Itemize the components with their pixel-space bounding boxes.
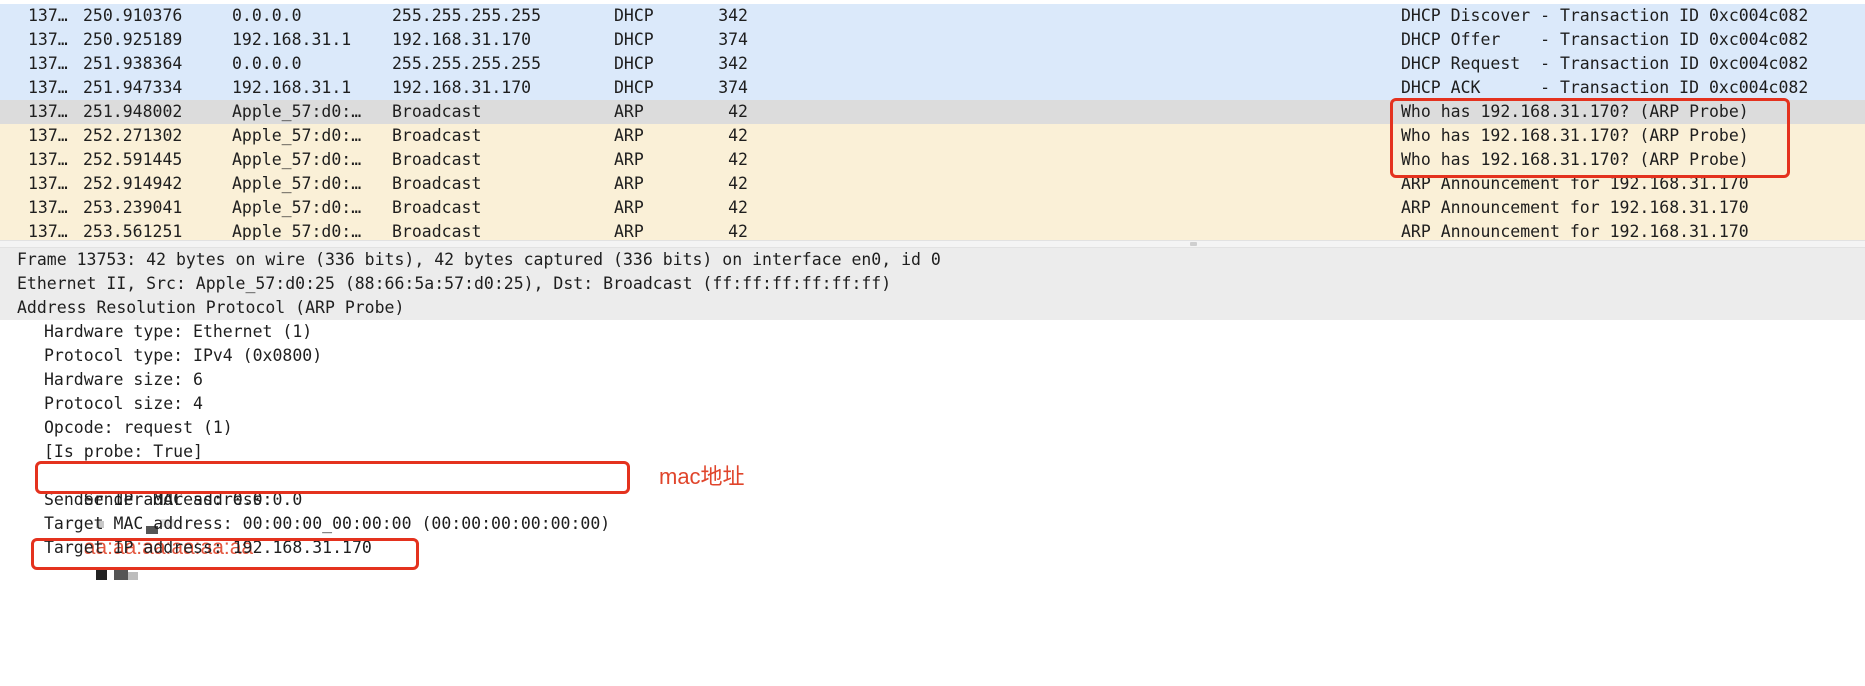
packet-cell-time: 252.914942 [83,174,183,193]
packet-cell-len: 342 [718,54,748,73]
packet-cell-src: Apple_57:d0:… [232,126,362,145]
packet-cell-src: Apple_57:d0:… [232,150,362,169]
packet-cell-src: 192.168.31.1 [232,78,352,97]
packet-cell-dst: 255.255.255.255 [392,6,542,25]
packet-cell-src: Apple_57:d0:… [232,174,362,193]
packet-cell-no: 137… [28,30,68,49]
packet-row[interactable]: 137… 251.938364 0.0.0.0 255.255.255.255 DHCP… [0,52,1865,76]
packet-cell-time: 252.591445 [83,150,183,169]
detail-frame[interactable]: Frame 13753: 42 bytes on wire (336 bits)… [0,248,1865,272]
annotation-note: mac地址 [659,464,745,489]
packet-cell-no: 137… [28,54,68,73]
packet-cell-dst: Broadcast [392,222,482,240]
packet-cell-info: DHCP Discover - Transaction ID 0xc004c08… [1401,6,1809,25]
annotation-box-sender-mac [35,461,630,494]
packet-cell-src: 192.168.31.1 [232,30,352,49]
detail-target-mac[interactable]: Target MAC address: 00:00:00_00:00:00 (0… [44,512,610,536]
detail-protocol-type[interactable]: Protocol type: IPv4 (0x0800) [44,344,322,368]
packet-details-pane: Frame 13753: 42 bytes on wire (336 bits)… [0,248,1865,580]
annotation-box-target-ip [31,538,419,570]
packet-cell-no: 137… [28,198,68,217]
packet-cell-len: 374 [718,30,748,49]
packet-row[interactable]: 137… 250.910376 0.0.0.0 255.255.255.255 DHCP… [0,4,1865,28]
packet-cell-time: 252.271302 [83,126,183,145]
packet-row[interactable]: 137… 253.561251 Apple_57:d0:… Broadcast ARP 4… [0,220,1865,240]
packet-cell-dst: Broadcast [392,150,482,169]
packet-cell-time: 253.561251 [83,222,183,240]
packet-cell-dst: 255.255.255.255 [392,54,542,73]
detail-protocol-size[interactable]: Protocol size: 4 [44,392,203,416]
packet-cell-time: 250.910376 [83,6,183,25]
packet-row[interactable]: 137… 250.925189 192.168.31.1 192.168.31.170… [0,28,1865,52]
packet-cell-len: 42 [728,222,748,240]
packet-cell-proto: ARP [614,102,644,121]
packet-cell-dst: 192.168.31.170 [392,30,532,49]
packet-cell-no: 137… [28,78,68,97]
packet-cell-dst: Broadcast [392,126,482,145]
packet-cell-dst: Broadcast [392,198,482,217]
packet-cell-proto: DHCP [614,30,654,49]
packet-cell-dst: Broadcast [392,102,482,121]
packet-cell-src: Apple_57:d0:… [232,102,362,121]
packet-cell-time: 251.938364 [83,54,183,73]
packet-cell-no: 137… [28,126,68,145]
packet-cell-info: DHCP Request - Transaction ID 0xc004c082 [1401,54,1809,73]
packet-cell-info: ARP Announcement for 192.168.31.170 [1401,198,1749,217]
pane-splitter[interactable] [0,240,1865,248]
packet-cell-no: 137… [28,102,68,121]
packet-row[interactable]: 137… 253.239041 Apple_57:d0:… Broadcast ARP 4… [0,196,1865,220]
detail-arp[interactable]: Address Resolution Protocol (ARP Probe) [0,296,1865,320]
packet-cell-proto: ARP [614,126,644,145]
detail-hardware-type[interactable]: Hardware type: Ethernet (1) [44,320,312,344]
packet-cell-len: 374 [718,78,748,97]
packet-cell-len: 42 [728,126,748,145]
packet-cell-info: ARP Announcement for 192.168.31.170 [1401,222,1749,240]
packet-cell-time: 253.239041 [83,198,183,217]
packet-cell-src: 0.0.0.0 [232,6,302,25]
packet-cell-time: 250.925189 [83,30,183,49]
packet-cell-proto: ARP [614,174,644,193]
packet-cell-proto: DHCP [614,54,654,73]
packet-cell-dst: 192.168.31.170 [392,78,532,97]
packet-cell-dst: Broadcast [392,174,482,193]
packet-cell-no: 137… [28,6,68,25]
packet-cell-len: 42 [728,102,748,121]
packet-cell-no: 137… [28,150,68,169]
packet-cell-info: DHCP Offer - Transaction ID 0xc004c082 [1401,30,1809,49]
packet-cell-proto: ARP [614,222,644,240]
packet-cell-proto: DHCP [614,78,654,97]
packet-cell-src: Apple_57:d0:… [232,222,362,240]
packet-cell-proto: ARP [614,198,644,217]
packet-row[interactable]: 137… 251.947334 192.168.31.1 192.168.31.170… [0,76,1865,100]
packet-cell-len: 42 [728,198,748,217]
packet-cell-len: 42 [728,174,748,193]
detail-hardware-size[interactable]: Hardware size: 6 [44,368,203,392]
detail-opcode[interactable]: Opcode: request (1) [44,416,233,440]
packet-cell-time: 251.947334 [83,78,183,97]
packet-cell-len: 342 [718,6,748,25]
detail-ethernet[interactable]: Ethernet II, Src: Apple_57:d0:25 (88:66:… [0,272,1865,296]
packet-cell-src: 0.0.0.0 [232,54,302,73]
annotation-box-arp-probes [1390,98,1790,178]
packet-cell-no: 137… [28,174,68,193]
packet-cell-time: 251.948002 [83,102,183,121]
packet-cell-src: Apple_57:d0:… [232,198,362,217]
packet-cell-proto: ARP [614,150,644,169]
packet-cell-no: 137… [28,222,68,240]
packet-cell-proto: DHCP [614,6,654,25]
packet-cell-info: DHCP ACK - Transaction ID 0xc004c082 [1401,78,1809,97]
packet-cell-len: 42 [728,150,748,169]
splitter-handle-icon[interactable] [1190,242,1197,246]
